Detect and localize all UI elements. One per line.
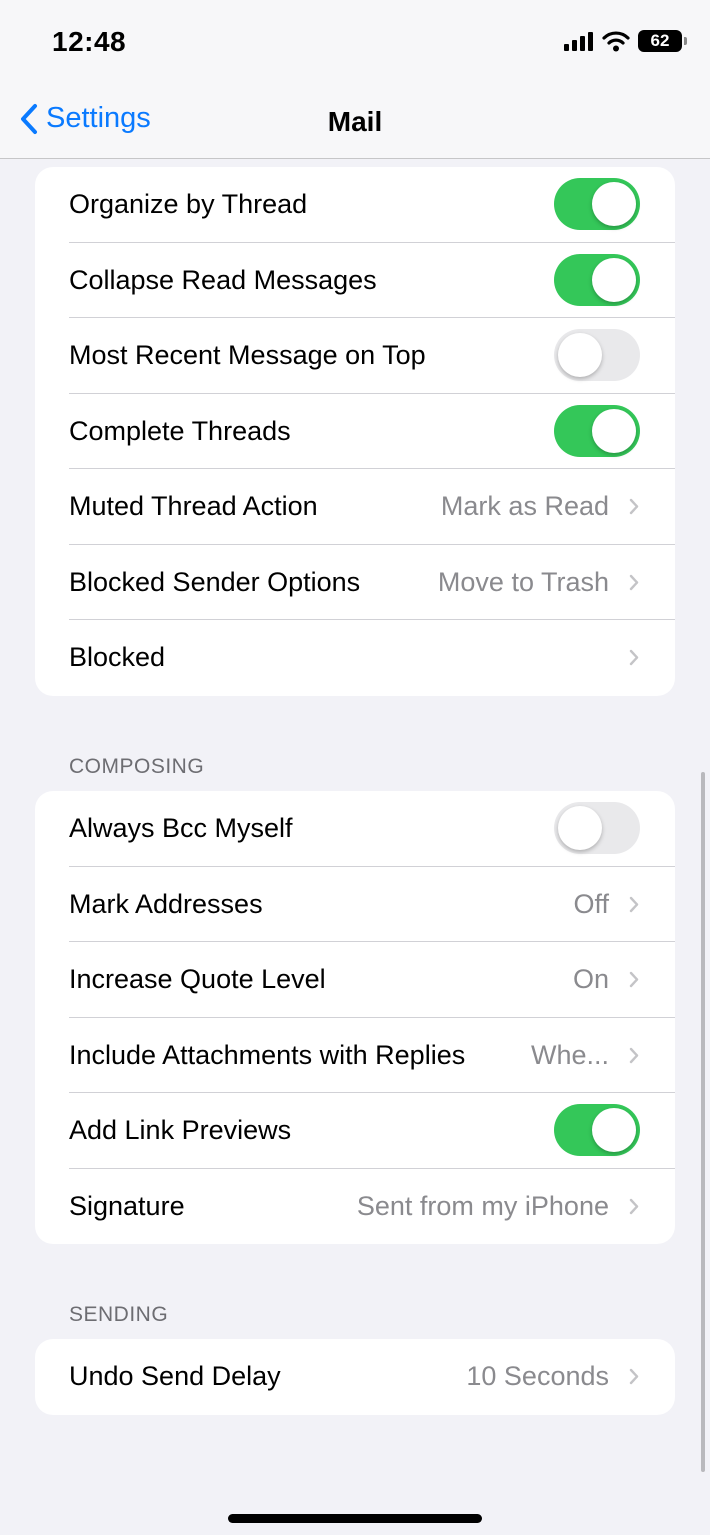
row-most-recent-on-top: Most Recent Message on Top [35,318,675,394]
row-value: Whe... [530,1039,609,1070]
row-blocked-sender-options[interactable]: Blocked Sender Options Move to Trash [35,545,675,620]
status-bar: 12:48 62 [0,0,710,86]
page-title: Mail [327,106,383,137]
row-value: Off [573,888,609,919]
complete-threads-toggle[interactable] [554,404,640,457]
row-collapse-read-messages: Collapse Read Messages [35,243,675,318]
chevron-right-icon [629,1198,639,1214]
row-undo-send-delay[interactable]: Undo Send Delay 10 Seconds [35,1339,675,1415]
home-indicator[interactable] [228,1514,482,1523]
composing-group: Always Bcc Myself Mark Addresses Off Inc… [35,791,675,1244]
chevron-right-icon [629,896,639,912]
collapse-read-messages-toggle[interactable] [554,253,640,306]
threading-group: Organize by Thread Collapse Read Message… [35,167,675,696]
status-time: 12:48 [52,26,127,57]
row-mark-addresses[interactable]: Mark Addresses Off [35,867,675,942]
row-label: Mark Addresses [69,888,263,919]
section-header-composing: COMPOSING [69,755,205,778]
row-label: Signature [69,1190,185,1221]
row-include-attachments[interactable]: Include Attachments with Replies Whe... [35,1018,675,1093]
row-label: Collapse Read Messages [69,264,377,295]
chevron-right-icon [629,1047,639,1063]
row-label: Add Link Previews [69,1115,292,1145]
chevron-right-icon [629,971,639,988]
row-label: Organize by Thread [69,189,308,219]
row-add-link-previews: Add Link Previews [35,1093,675,1169]
status-icons: 62 [564,30,687,52]
row-muted-thread-action[interactable]: Muted Thread Action Mark as Read [35,469,675,545]
organize-by-thread-toggle[interactable] [554,178,640,230]
chevron-right-icon [629,574,639,590]
always-bcc-myself-toggle[interactable] [554,802,640,854]
scrollbar[interactable] [701,772,705,1472]
row-always-bcc-myself: Always Bcc Myself [35,791,675,867]
row-increase-quote-level[interactable]: Increase Quote Level On [35,942,675,1018]
most-recent-on-top-toggle[interactable] [554,329,640,381]
wifi-icon [602,31,630,52]
navigation-bar: Settings Mail [0,86,710,159]
chevron-right-icon [629,498,639,515]
row-label: Undo Send Delay [69,1361,281,1391]
row-signature[interactable]: Signature Sent from my iPhone [35,1169,675,1245]
row-label: Include Attachments with Replies [69,1039,466,1070]
row-value: Mark as Read [440,491,609,521]
chevron-right-icon [629,649,639,666]
signal-icon [564,32,593,51]
row-organize-by-thread: Organize by Thread [35,167,675,243]
chevron-right-icon [629,1368,639,1385]
row-label: Muted Thread Action [69,491,318,521]
row-value: Move to Trash [437,566,609,597]
row-label: Complete Threads [69,415,291,446]
row-label: Blocked Sender Options [69,566,361,597]
battery-icon: 62 [638,30,687,52]
row-label: Increase Quote Level [69,964,326,994]
row-label: Always Bcc Myself [69,813,293,843]
row-label: Blocked [69,642,166,672]
add-link-previews-toggle[interactable] [554,1104,640,1156]
row-blocked[interactable]: Blocked [35,620,675,696]
section-header-sending: SENDING [69,1303,169,1326]
sending-group: Undo Send Delay 10 Seconds [35,1339,675,1415]
row-value: Sent from my iPhone [356,1190,609,1221]
row-value: On [572,964,609,994]
row-complete-threads: Complete Threads [35,394,675,469]
row-value: 10 Seconds [466,1361,609,1391]
row-label: Most Recent Message on Top [69,340,426,370]
